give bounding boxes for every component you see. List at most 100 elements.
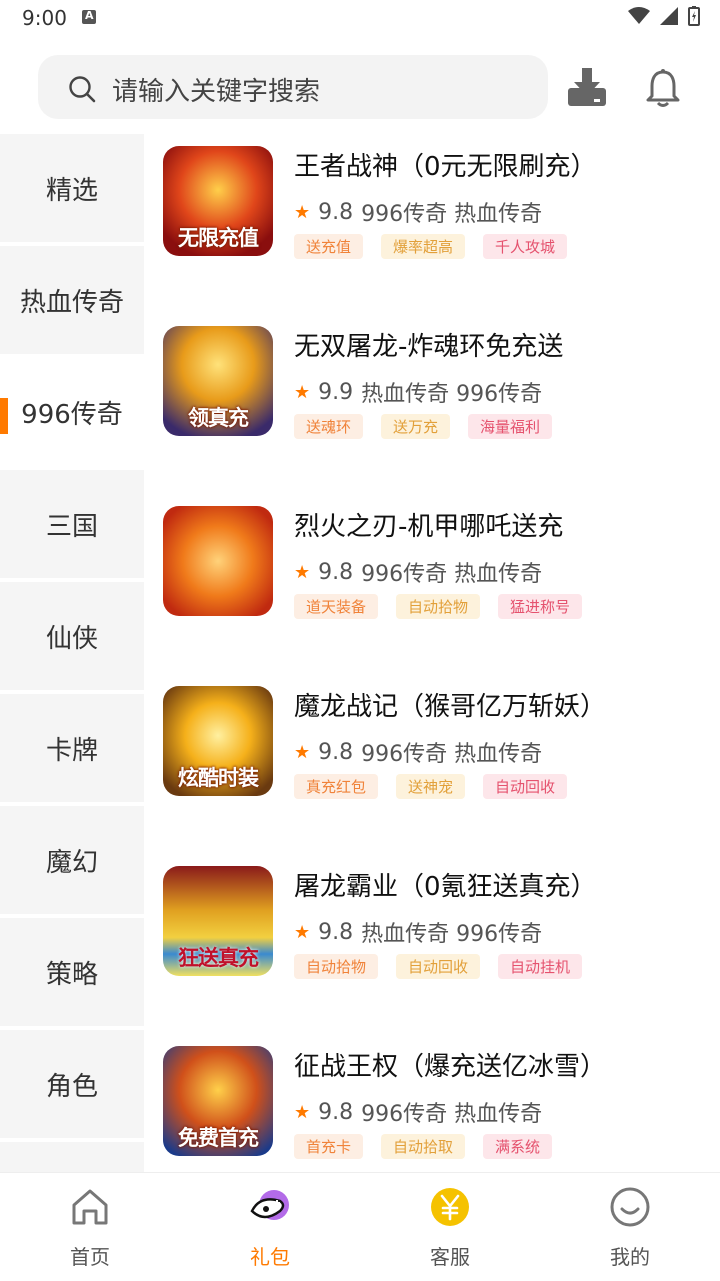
game-meta: ★ 9.8 996传奇 热血传奇 [294, 1096, 542, 1128]
sidebar-item-label: 仙侠 [45, 623, 98, 654]
wifi-icon [628, 7, 650, 24]
yen-icon [431, 1188, 469, 1226]
game-title: 烈火之刃-机甲哪吒送充 [294, 512, 564, 542]
game-rating: 9.8 [318, 919, 354, 945]
sidebar-item-juese[interactable]: 角色 [0, 1030, 144, 1138]
game-tag: 爆率超高 [381, 234, 466, 259]
game-icon-caption: 炫酷时装 [178, 766, 259, 790]
sidebar-item-kapai[interactable]: 卡牌 [0, 694, 144, 802]
game-categories: 热血传奇 996传奇 [361, 922, 543, 947]
game-tag: 自动拾物 [294, 954, 379, 979]
game-list: 无限充值 王者战神（0元无限刷充） ★ 9.8 996传奇 热血传奇 送充值 爆… [144, 134, 720, 1172]
game-item[interactable]: 领真充 无双屠龙-炸魂环免充送 ★ 9.9 热血传奇 996传奇 送魂环 送万充… [144, 314, 720, 454]
star-icon: ★ [294, 741, 311, 763]
tab-gift[interactable]: 礼包 [180, 1173, 360, 1281]
sidebar-item-label: 热血传奇 [19, 287, 124, 318]
game-categories: 996传奇 热血传奇 [361, 742, 543, 767]
game-tag: 自动回收 [483, 774, 568, 799]
game-tag: 真充红包 [294, 774, 379, 799]
game-icon[interactable]: 领真充 [163, 326, 273, 436]
game-title: 屠龙霸业（0氪狂送真充） [294, 872, 597, 902]
bell-icon[interactable] [644, 68, 682, 108]
game-tag: 满系统 [483, 1134, 553, 1159]
game-tag: 自动挂机 [498, 954, 583, 979]
search-placeholder: 请输入关键字搜索 [112, 77, 321, 107]
game-categories: 996传奇 热血传奇 [361, 562, 543, 587]
game-icon-caption: 狂送真充 [178, 946, 259, 970]
tab-label: 礼包 [250, 1245, 290, 1269]
home-icon [72, 1189, 108, 1225]
sidebar-item-mohuan[interactable]: 魔幻 [0, 806, 144, 914]
sidebar-item-label: 卡牌 [45, 735, 98, 766]
game-tag: 送充值 [294, 234, 364, 259]
sidebar-item-label: 魔幻 [45, 847, 98, 878]
search-icon [69, 76, 96, 103]
active-indicator [0, 398, 8, 434]
star-icon: ★ [294, 561, 311, 583]
sidebar-item-celue[interactable]: 策略 [0, 918, 144, 1026]
game-icon[interactable] [163, 506, 273, 616]
game-tag: 自动拾取 [381, 1134, 466, 1159]
bottom-tabbar: 首页 礼包 客服 我的 [0, 1172, 720, 1281]
game-icon-caption [163, 612, 273, 616]
sidebar-item-sanguo[interactable]: 三国 [0, 470, 144, 578]
game-tag: 道天装备 [294, 594, 379, 619]
sidebar-item-xianxia[interactable]: 仙侠 [0, 582, 144, 690]
game-item[interactable]: 免费首充 征战王权（爆充送亿冰雪） ★ 9.8 996传奇 热血传奇 首充卡 自… [144, 1034, 720, 1172]
sidebar-item-label: 角色 [45, 1071, 98, 1102]
notification-a-icon [82, 9, 96, 24]
game-tag: 自动回收 [396, 954, 481, 979]
sidebar-item-label: 996传奇 [21, 399, 123, 430]
game-icon-caption: 无限充值 [178, 226, 259, 250]
star-icon: ★ [294, 921, 311, 943]
sidebar-item-label: 策略 [45, 959, 98, 990]
profile-icon [610, 1187, 650, 1227]
tab-service[interactable]: 客服 [360, 1173, 540, 1281]
game-icon[interactable]: 狂送真充 [163, 866, 273, 976]
game-rating: 9.8 [318, 199, 354, 225]
tab-home[interactable]: 首页 [0, 1173, 180, 1281]
status-time: 9:00 [22, 6, 67, 30]
game-categories: 996传奇 热血传奇 [361, 202, 543, 227]
game-title: 无双屠龙-炸魂环免充送 [294, 332, 564, 362]
battery-icon [688, 6, 700, 26]
game-tag: 猛进称号 [498, 594, 583, 619]
tab-label: 客服 [430, 1245, 470, 1269]
game-item[interactable]: 狂送真充 屠龙霸业（0氪狂送真充） ★ 9.8 热血传奇 996传奇 自动拾物 … [144, 854, 720, 994]
game-tag: 送神宠 [396, 774, 466, 799]
game-item[interactable]: 烈火之刃-机甲哪吒送充 ★ 9.8 996传奇 热血传奇 道天装备 自动拾物 猛… [144, 494, 720, 634]
game-meta: ★ 9.8 996传奇 热血传奇 [294, 736, 542, 768]
tab-label: 我的 [610, 1245, 650, 1269]
game-icon[interactable]: 无限充值 [163, 146, 273, 256]
game-rating: 9.8 [318, 739, 354, 765]
game-meta: ★ 9.8 996传奇 热血传奇 [294, 556, 542, 588]
game-icon[interactable]: 炫酷时装 [163, 686, 273, 796]
sidebar-item-jingxuan[interactable]: 精选 [0, 134, 144, 242]
game-rating: 9.8 [318, 559, 354, 585]
game-categories: 热血传奇 996传奇 [361, 382, 543, 407]
game-title: 王者战神（0元无限刷充） [294, 152, 597, 182]
game-meta: ★ 9.9 热血传奇 996传奇 [294, 376, 542, 408]
game-title: 魔龙战记（猴哥亿万斩妖） [294, 692, 607, 722]
game-icon[interactable]: 免费首充 [163, 1046, 273, 1156]
status-bar: 9:00 [0, 0, 720, 36]
game-rating: 9.8 [318, 1099, 354, 1125]
game-tags: 真充红包 送神宠 自动回收 [294, 774, 568, 799]
game-tags: 道天装备 自动拾物 猛进称号 [294, 594, 583, 619]
sidebar-item-996[interactable]: 996传奇 [0, 358, 144, 466]
download-icon[interactable] [566, 68, 608, 108]
sidebar-item-label: 精选 [45, 175, 98, 206]
game-tags: 送充值 爆率超高 千人攻城 [294, 234, 568, 259]
sidebar-item-rexue[interactable]: 热血传奇 [0, 246, 144, 354]
game-tags: 送魂环 送万充 海量福利 [294, 414, 553, 439]
game-meta: ★ 9.8 热血传奇 996传奇 [294, 916, 542, 948]
status-icons [628, 6, 700, 26]
game-meta: ★ 9.8 996传奇 热血传奇 [294, 196, 542, 228]
game-rating: 9.9 [318, 379, 354, 405]
sidebar-item-more[interactable] [0, 1142, 144, 1172]
game-item[interactable]: 炫酷时装 魔龙战记（猴哥亿万斩妖） ★ 9.8 996传奇 热血传奇 真充红包 … [144, 674, 720, 814]
tab-profile[interactable]: 我的 [540, 1173, 720, 1281]
game-item[interactable]: 无限充值 王者战神（0元无限刷充） ★ 9.8 996传奇 热血传奇 送充值 爆… [144, 134, 720, 274]
search-bar[interactable]: 请输入关键字搜索 [38, 55, 548, 119]
category-sidebar: 精选 热血传奇 996传奇 三国 仙侠 卡牌 魔幻 策略 角色 [0, 134, 144, 1172]
